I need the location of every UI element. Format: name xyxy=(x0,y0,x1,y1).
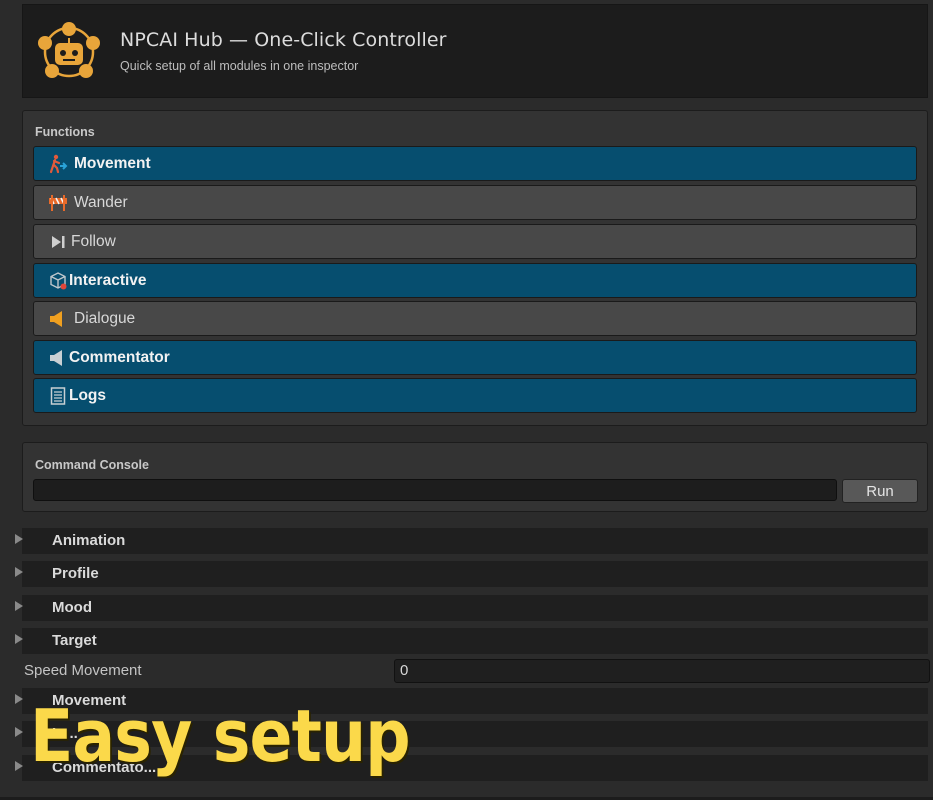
expand-arrow-icon[interactable] xyxy=(15,601,23,611)
header-banner: NPCAI Hub — One-Click Controller Quick s… xyxy=(22,4,928,98)
command-console-panel: Command Console Run xyxy=(22,442,928,512)
foldout-animation[interactable]: Animation xyxy=(0,528,928,554)
page-subtitle: Quick setup of all modules in one inspec… xyxy=(120,59,359,73)
foldout-label: Target xyxy=(52,632,97,649)
expand-arrow-icon[interactable] xyxy=(15,567,23,577)
page-title: NPCAI Hub — One-Click Controller xyxy=(120,29,447,51)
speed-movement-label: Speed Movement xyxy=(24,662,142,679)
function-button-dialogue[interactable]: Dialogue xyxy=(33,301,917,336)
function-button-wander[interactable]: Wander xyxy=(33,185,917,220)
foldout-label: Animation xyxy=(52,532,126,549)
running-person-icon xyxy=(48,154,68,174)
functions-label: Functions xyxy=(35,125,95,139)
expand-arrow-icon[interactable] xyxy=(15,727,23,737)
barrier-icon xyxy=(48,193,68,213)
expand-arrow-icon[interactable] xyxy=(15,534,23,544)
function-button-commentator[interactable]: Commentator xyxy=(33,340,917,375)
function-label: Dialogue xyxy=(74,309,136,327)
foldout-bar xyxy=(22,561,928,587)
foldout-mood[interactable]: Mood xyxy=(0,595,928,621)
function-button-logs[interactable]: Logs xyxy=(33,378,917,413)
foldout-profile[interactable]: Profile xyxy=(0,561,928,587)
function-label: Logs xyxy=(69,386,107,404)
expand-arrow-icon[interactable] xyxy=(15,634,23,644)
skip-forward-icon xyxy=(48,232,68,252)
easy-setup-caption: Easy setup xyxy=(30,694,411,778)
foldout-label: Mood xyxy=(52,599,92,616)
run-button[interactable]: Run xyxy=(842,479,918,503)
command-input[interactable] xyxy=(33,479,837,501)
cube-icon xyxy=(48,271,68,291)
expand-arrow-icon[interactable] xyxy=(15,694,23,704)
function-label: Follow xyxy=(71,232,116,250)
function-label: Wander xyxy=(74,193,128,211)
function-label: Movement xyxy=(74,154,151,172)
functions-panel: Functions Movement Wander Follow Interac… xyxy=(22,110,928,426)
expand-arrow-icon[interactable] xyxy=(15,761,23,771)
function-button-follow[interactable]: Follow xyxy=(33,224,917,259)
foldout-bar xyxy=(22,595,928,621)
document-icon xyxy=(48,386,68,406)
function-button-movement[interactable]: Movement xyxy=(33,146,917,181)
foldout-target[interactable]: Target xyxy=(0,628,928,654)
command-console-label: Command Console xyxy=(35,458,149,472)
function-button-interactive[interactable]: Interactive xyxy=(33,263,917,298)
speaker-icon xyxy=(48,309,68,329)
function-label: Interactive xyxy=(69,271,147,289)
foldout-label: Profile xyxy=(52,565,99,582)
function-label: Commentator xyxy=(69,348,170,366)
foldout-bar xyxy=(22,528,928,554)
speaker-icon xyxy=(48,348,68,368)
speed-movement-input[interactable]: 0 xyxy=(394,659,930,683)
speed-movement-row: Speed Movement 0 xyxy=(0,658,933,684)
foldout-bar xyxy=(22,628,928,654)
robot-hub-icon xyxy=(38,22,100,78)
